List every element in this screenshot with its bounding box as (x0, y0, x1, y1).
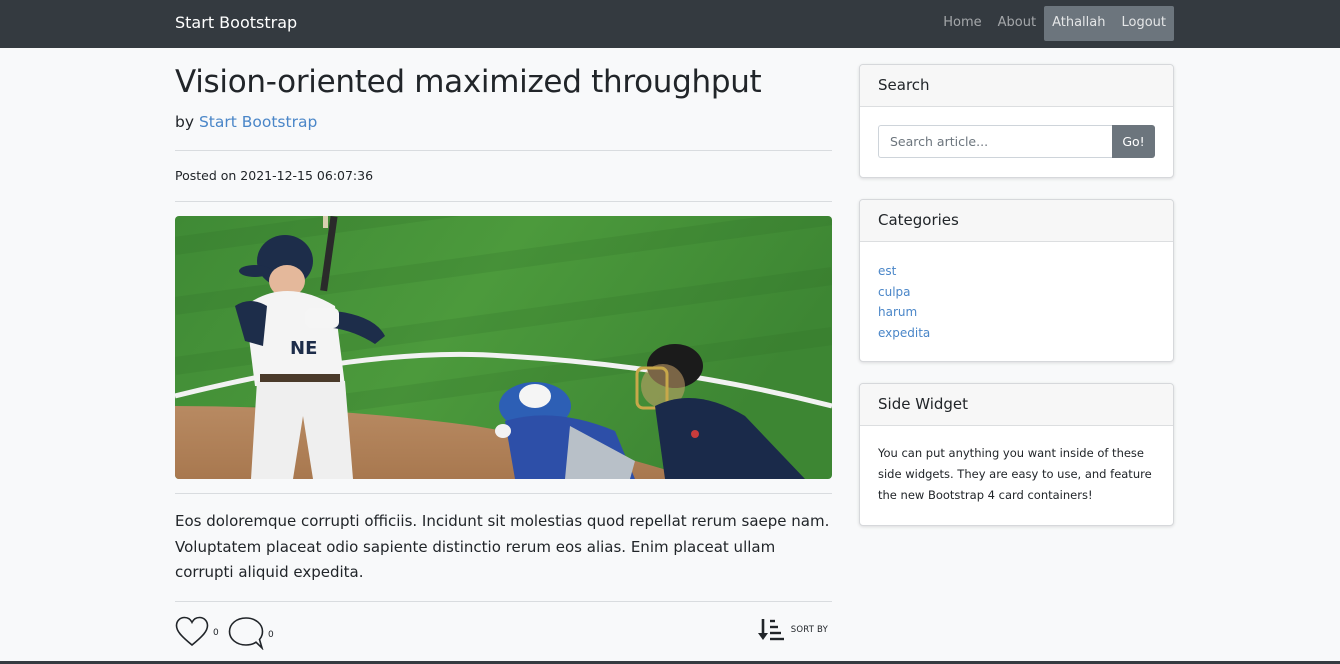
divider (175, 150, 832, 151)
post-article: Vision-oriented maximized throughput by … (175, 60, 832, 650)
search-form: Go! (878, 125, 1155, 158)
nav-home-link[interactable]: Home (935, 6, 989, 41)
nav-user-link[interactable]: Athallah (1044, 6, 1113, 41)
category-list: est culpa harum expedita (860, 242, 1173, 343)
side-widget-title: Side Widget (860, 384, 1173, 426)
nav-user-group: Athallah Logout (1044, 6, 1174, 41)
nav-about-link[interactable]: About (990, 6, 1044, 41)
category-link-est[interactable]: est (878, 264, 896, 278)
category-link-harum[interactable]: harum (878, 305, 917, 319)
post-title: Vision-oriented maximized throughput (175, 64, 762, 100)
list-item: expedita (878, 323, 1155, 344)
post-byline: by Start Bootstrap (175, 111, 832, 133)
baseball-photo-icon: NE (175, 216, 832, 479)
post-date: Posted on 2021-12-15 06:07:36 (175, 168, 374, 183)
byline-prefix: by (175, 113, 195, 131)
comment-bubble-icon[interactable] (228, 616, 264, 650)
nav-logout-link[interactable]: Logout (1113, 6, 1174, 41)
top-navbar: Start Bootstrap Home About Athallah Logo… (0, 0, 1340, 48)
navbar-links: Home About Athallah Logout (935, 6, 1174, 41)
navbar-brand[interactable]: Start Bootstrap (175, 12, 297, 34)
comment-action[interactable]: 0 (228, 616, 274, 650)
search-input[interactable] (878, 125, 1112, 158)
comment-count: 0 (268, 630, 274, 640)
sort-control[interactable]: SORT BY (757, 616, 828, 644)
category-link-expedita[interactable]: expedita (878, 326, 930, 340)
categories-card: Categories est culpa harum expedita (859, 199, 1174, 362)
heart-icon[interactable] (175, 616, 209, 648)
like-count: 0 (213, 628, 219, 638)
author-link[interactable]: Start Bootstrap (199, 113, 317, 131)
divider (175, 601, 832, 602)
svg-text:NE: NE (290, 338, 317, 359)
side-widget-text: You can put anything you want inside of … (878, 446, 1152, 502)
categories-card-title: Categories (860, 200, 1173, 242)
divider (175, 493, 832, 494)
divider (175, 201, 832, 202)
side-widget-card: Side Widget You can put anything you wan… (859, 383, 1174, 526)
post-actions: 0 0 SORT BY (175, 616, 832, 652)
list-item: harum (878, 302, 1155, 323)
search-card-title: Search (860, 65, 1173, 107)
sort-descending-icon[interactable] (757, 617, 785, 643)
post-image: NE (175, 216, 832, 479)
sort-label[interactable]: SORT BY (791, 625, 828, 635)
post-body: Eos doloremque corrupti officiis. Incidu… (175, 512, 830, 581)
search-card: Search Go! (859, 64, 1174, 178)
category-link-culpa[interactable]: culpa (878, 285, 911, 299)
like-action[interactable]: 0 (175, 616, 219, 648)
list-item: culpa (878, 282, 1155, 303)
list-item: est (878, 261, 1155, 282)
search-go-button[interactable]: Go! (1112, 125, 1155, 158)
